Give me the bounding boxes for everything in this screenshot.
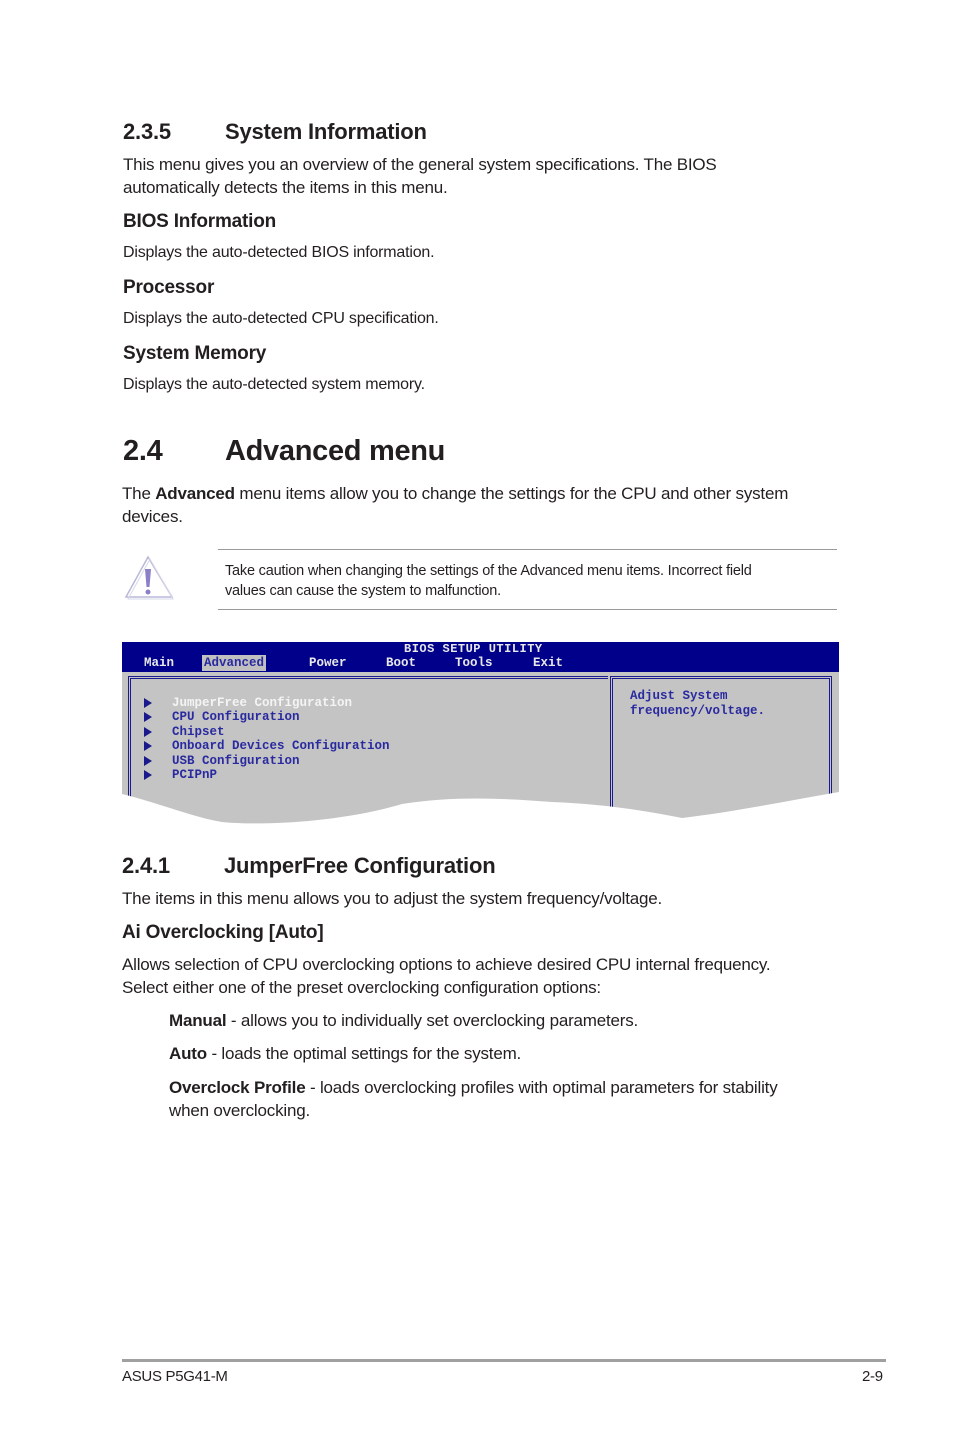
option-desc: - loads overclocking profiles with optim…	[305, 1078, 778, 1097]
bios-information-text: Displays the auto-detected BIOS informat…	[123, 244, 435, 261]
desc-line: Allows selection of CPU overclocking opt…	[122, 955, 771, 974]
footer-page-number: 2-9	[862, 1368, 883, 1385]
subheading-bios-information: BIOS Information	[123, 211, 277, 232]
section-number: 2.3.5	[123, 119, 171, 144]
option-name: Manual	[169, 1011, 227, 1030]
option-auto: Auto - loads the optimal settings for th…	[169, 1042, 521, 1065]
system-memory-text: Displays the auto-detected system memory…	[123, 376, 425, 393]
intro-text: menu items allow you to change the setti…	[234, 484, 789, 503]
section-number: 2.4.1	[122, 853, 170, 878]
subheading-system-memory: System Memory	[123, 343, 267, 364]
bios-setup-screen: BIOS SETUP UTILITY Main Advanced Power B…	[122, 642, 839, 828]
advanced-intro: The Advanced menu items allow you to cha…	[122, 482, 788, 528]
intro-line: The Advanced menu items allow you to cha…	[122, 482, 788, 505]
intro-line: automatically detects the items in this …	[123, 178, 448, 197]
option-desc: - loads the optimal settings for the sys…	[206, 1044, 522, 1063]
section-heading-2-4: 2.4 Advanced menu	[123, 435, 445, 468]
section-heading-2-3-5: 2.3.5 System Information	[123, 119, 427, 145]
subheading-ai-overclocking: Ai Overclocking [Auto]	[122, 922, 324, 943]
caution-top-rule	[218, 549, 837, 550]
warning-icon	[122, 553, 174, 601]
option-name: Auto	[169, 1044, 207, 1063]
caution-line: values can cause the system to malfuncti…	[225, 583, 501, 599]
section-number: 2.4	[123, 435, 163, 467]
section-title: System Information	[225, 119, 427, 144]
intro-text: The	[122, 484, 156, 503]
footer-rule	[122, 1359, 886, 1362]
footer-product: ASUS P5G41-M	[122, 1368, 228, 1385]
desc-line: Select either one of the preset overcloc…	[122, 978, 601, 997]
intro-line: devices.	[122, 507, 183, 526]
option-manual: Manual - allows you to individually set …	[169, 1009, 638, 1032]
intro-line: This menu gives you an overview of the g…	[123, 155, 717, 174]
torn-edge	[122, 792, 839, 828]
processor-text: Displays the auto-detected CPU specifica…	[123, 310, 439, 327]
subheading-processor: Processor	[123, 277, 215, 298]
jumperfree-intro: The items in this menu allows you to adj…	[122, 889, 663, 908]
option-name: Overclock Profile	[169, 1078, 306, 1097]
option-desc: - allows you to individually set overclo…	[226, 1011, 639, 1030]
option-overclock-profile: Overclock Profile - loads overclocking p…	[169, 1076, 778, 1122]
ai-overclocking-desc: Allows selection of CPU overclocking opt…	[122, 953, 771, 999]
caution-text: Take caution when changing the settings …	[225, 561, 752, 601]
caution-line: Take caution when changing the settings …	[225, 563, 752, 579]
caution-bottom-rule	[218, 609, 837, 610]
intro-bold: Advanced	[155, 484, 235, 503]
section-title: JumperFree Configuration	[224, 853, 496, 878]
section-intro: This menu gives you an overview of the g…	[123, 153, 717, 199]
section-heading-2-4-1: 2.4.1 JumperFree Configuration	[122, 853, 496, 879]
option-desc: when overclocking.	[169, 1101, 310, 1120]
section-title: Advanced menu	[225, 435, 446, 467]
